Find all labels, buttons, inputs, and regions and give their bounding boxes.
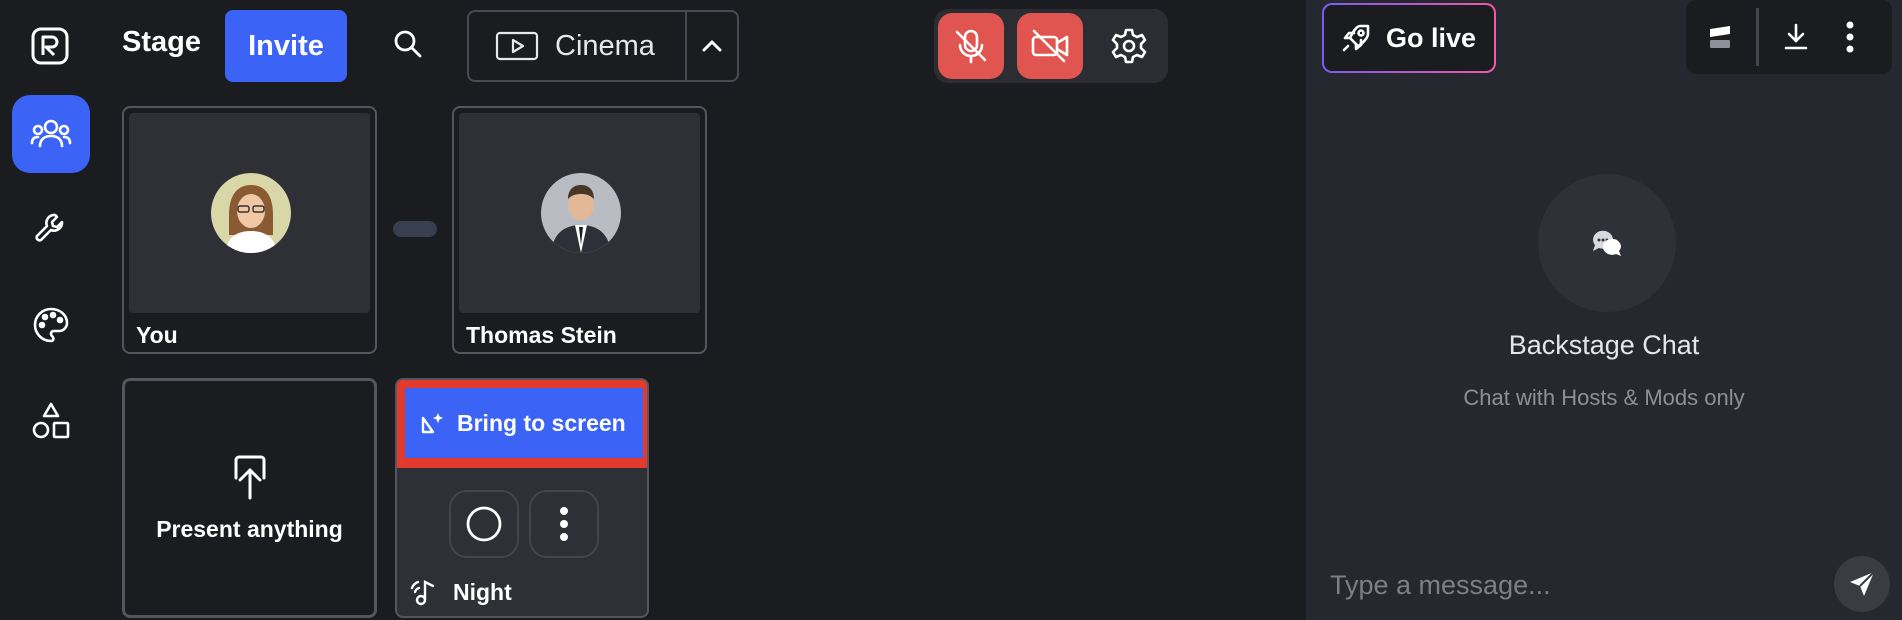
- search-icon: [394, 30, 422, 58]
- gear-icon: [1111, 28, 1147, 64]
- chat-title: Backstage Chat: [1508, 330, 1700, 360]
- more-menu-button[interactable]: [1830, 17, 1870, 57]
- music-note-icon: [410, 580, 435, 606]
- chevron-up-icon: [702, 40, 722, 52]
- video-play-icon: [495, 31, 539, 61]
- download-button[interactable]: [1776, 17, 1816, 57]
- settings-button[interactable]: [1096, 13, 1162, 79]
- download-icon: [1784, 23, 1808, 50]
- participant-name: You: [136, 322, 178, 348]
- tile-divider: [393, 221, 437, 237]
- bring-to-screen-label: Bring to screen: [457, 409, 626, 436]
- scene-sparkle-icon: [421, 413, 443, 434]
- chat-message-input[interactable]: [1330, 562, 1810, 608]
- participant-video: [459, 113, 700, 313]
- wrench-icon: [35, 213, 64, 242]
- media-controls: [934, 9, 1168, 83]
- layout-selector: Cinema: [467, 10, 739, 82]
- scene-tile: Bring to screen Night: [395, 378, 649, 618]
- send-message-button[interactable]: [1834, 556, 1890, 612]
- participant-name: Thomas Stein: [466, 322, 617, 348]
- participant-video: [129, 113, 370, 313]
- palette-icon: [33, 307, 69, 343]
- chat-bubbles-icon: [1592, 230, 1622, 256]
- more-vertical-icon: [1846, 21, 1854, 53]
- stage-label: Stage: [122, 26, 201, 58]
- mic-toggle-button[interactable]: [938, 13, 1004, 79]
- chat-subtitle: Chat with Hosts & Mods only: [1463, 385, 1745, 410]
- camera-toggle-button[interactable]: [1017, 13, 1083, 79]
- avatar: [541, 173, 621, 253]
- rail-people-button[interactable]: [12, 95, 90, 173]
- rail-tools-button[interactable]: [12, 190, 90, 268]
- scene-name: Night: [453, 578, 512, 605]
- left-rail: [0, 0, 100, 620]
- go-live-button[interactable]: Go live: [1322, 3, 1496, 73]
- people-icon: [30, 119, 72, 148]
- right-panel: Go live Backstage Chat Chat with Hosts &…: [1306, 0, 1902, 620]
- rocket-icon: [1342, 24, 1370, 52]
- rail-elements-button[interactable]: [12, 382, 90, 460]
- more-vertical-icon: [560, 507, 568, 541]
- app-root: Stage Invite Cinema You Thomas Stein Pre…: [0, 0, 1902, 620]
- avatar: [211, 173, 291, 253]
- present-anything-tile[interactable]: Present anything: [122, 378, 377, 618]
- panel-toggle-icon: [1710, 26, 1730, 48]
- present-label: Present anything: [156, 515, 343, 542]
- send-icon: [1850, 571, 1875, 596]
- circle-icon: [466, 506, 502, 542]
- panel-tools: [1686, 0, 1892, 74]
- scene-name-row: Night: [409, 578, 512, 606]
- bring-to-screen-button[interactable]: Bring to screen: [397, 380, 647, 468]
- shapes-icon: [32, 402, 70, 439]
- camera-off-icon: [1031, 29, 1069, 63]
- search-button[interactable]: [388, 24, 428, 64]
- mic-off-icon: [955, 29, 987, 64]
- layout-label: Cinema: [555, 29, 655, 62]
- participant-tile-thomas[interactable]: Thomas Stein: [452, 106, 707, 354]
- chat-empty-badge: [1538, 174, 1676, 312]
- layout-expand-button[interactable]: [685, 12, 737, 80]
- layout-button[interactable]: Cinema: [469, 12, 685, 80]
- panel-toggle-button[interactable]: [1700, 17, 1740, 57]
- upload-icon: [234, 455, 265, 499]
- scene-more-button[interactable]: [529, 490, 599, 558]
- scene-select-button[interactable]: [449, 490, 519, 558]
- rail-branding-button[interactable]: [12, 286, 90, 364]
- go-live-label: Go live: [1386, 22, 1477, 53]
- participant-tile-you[interactable]: You: [122, 106, 377, 354]
- tools-divider: [1756, 8, 1759, 66]
- app-logo-icon[interactable]: [31, 27, 69, 65]
- invite-button[interactable]: Invite: [225, 10, 347, 82]
